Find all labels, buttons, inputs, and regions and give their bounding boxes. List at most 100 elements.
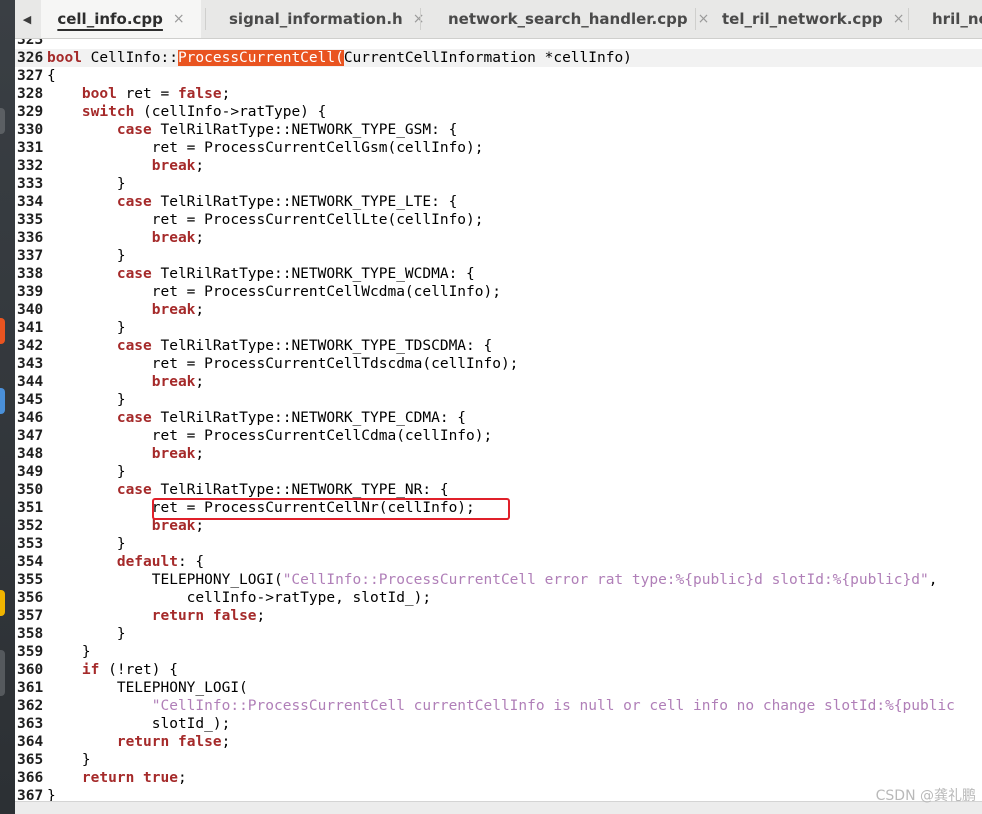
tab-cell-info-cpp[interactable]: cell_info.cpp × (41, 0, 201, 38)
watermark: CSDN @龚礼鹏 (875, 788, 976, 804)
dock-app-icon[interactable] (0, 590, 5, 616)
code-line[interactable]: 346 case TelRilRatType::NETWORK_TYPE_CDM… (15, 409, 982, 427)
keyword: if (81, 662, 100, 678)
code-line[interactable]: 340 break; (15, 301, 982, 319)
code-line[interactable]: 366 return true; (15, 769, 982, 787)
code-line[interactable]: 351 ret = ProcessCurrentCellNr(cellInfo)… (15, 499, 982, 517)
tab-signal-information-h[interactable]: signal_information.h × (229, 0, 424, 38)
tab-tel-ril-network-cpp[interactable]: tel_ril_network.cpp × (722, 0, 905, 38)
close-icon[interactable]: × (893, 11, 905, 27)
line-number: 333 (17, 176, 44, 192)
keyword: bool (81, 86, 117, 102)
line-number: 345 (17, 392, 44, 408)
line-number: 329 (17, 104, 44, 120)
code-line[interactable]: 362 "CellInfo::ProcessCurrentCell curren… (15, 697, 982, 715)
line-number: 327 (17, 68, 44, 84)
code-text: TELEPHONY_LOGI("CellInfo::ProcessCurrent… (47, 572, 938, 588)
code-line[interactable]: 354 default: { (15, 553, 982, 571)
keyword: case (116, 122, 152, 138)
code-line[interactable]: 345 } (15, 391, 982, 409)
line-number: 341 (17, 320, 44, 336)
line-number: 330 (17, 122, 44, 138)
code-line[interactable]: 332 break; (15, 157, 982, 175)
code-text: } (47, 644, 91, 660)
keyword: case (116, 410, 152, 426)
code-line[interactable]: 352 break; (15, 517, 982, 535)
dock-app-icon[interactable] (0, 318, 5, 344)
tab-network-search-handler-cpp[interactable]: network_search_handler.cpp × (448, 0, 709, 38)
line-number: 354 (17, 554, 44, 570)
code-line[interactable]: 348 break; (15, 445, 982, 463)
code-line[interactable]: 358 } (15, 625, 982, 643)
code-line[interactable]: 333 } (15, 175, 982, 193)
code-line[interactable]: 344 break; (15, 373, 982, 391)
code-line[interactable]: 347 ret = ProcessCurrentCellCdma(cellInf… (15, 427, 982, 445)
code-line[interactable]: 326 bool CellInfo::ProcessCurrentCell(Cur… (15, 49, 982, 67)
code-line[interactable]: 360 if (!ret) { (15, 661, 982, 679)
code-line[interactable]: 343 ret = ProcessCurrentCellTdscdma(cell… (15, 355, 982, 373)
code-line[interactable]: 367} (15, 787, 982, 801)
close-icon[interactable]: × (173, 11, 185, 27)
code-line[interactable]: 336 break; (15, 229, 982, 247)
code-text: case TelRilRatType::NETWORK_TYPE_TDSCDMA… (116, 338, 493, 354)
code-line[interactable]: 365 } (15, 751, 982, 769)
line-number: 340 (17, 302, 44, 318)
code-line[interactable]: 356 cellInfo->ratType, slotId_); (15, 589, 982, 607)
close-icon[interactable]: × (413, 11, 425, 27)
code-text: case TelRilRatType::NETWORK_TYPE_CDMA: { (116, 410, 467, 426)
dock-app-icon[interactable] (0, 108, 5, 134)
code-line[interactable]: 363 slotId_); (15, 715, 982, 733)
code-text: slotId_); (47, 716, 231, 732)
code-editor[interactable]: 323 326 bool CellInfo::ProcessCurrentCell(… (15, 39, 982, 801)
line-number: 350 (17, 482, 44, 498)
code-line[interactable]: 349 } (15, 463, 982, 481)
editor-window: ◀ cell_info.cpp × signal_information.h ×… (0, 0, 982, 814)
code-line[interactable]: 342 case TelRilRatType::NETWORK_TYPE_TDS… (15, 337, 982, 355)
scroll-tabs-left-icon[interactable]: ◀ (15, 0, 39, 38)
code-line[interactable]: 328 bool ret = false; (15, 85, 982, 103)
dock-app-icon[interactable] (0, 388, 5, 414)
code-line[interactable]: 353 } (15, 535, 982, 553)
line-number: 332 (17, 158, 44, 174)
code-line[interactable]: 335 ret = ProcessCurrentCellLte(cellInfo… (15, 211, 982, 229)
code-line[interactable]: 330 case TelRilRatType::NETWORK_TYPE_GSM… (15, 121, 982, 139)
tab-hril-network[interactable]: hril_ne (932, 0, 982, 38)
code-line[interactable]: 355 TELEPHONY_LOGI("CellInfo::ProcessCur… (15, 571, 982, 589)
keyword: false (212, 608, 257, 624)
code-text: "CellInfo::ProcessCurrentCell currentCel… (47, 698, 955, 714)
close-icon[interactable]: × (698, 11, 710, 27)
keyword: case (116, 482, 152, 498)
code-line[interactable]: 323 (15, 39, 982, 49)
string-literal: "CellInfo::ProcessCurrentCell error rat … (282, 572, 929, 588)
code-text: } (47, 626, 126, 642)
code-line[interactable]: 334 case TelRilRatType::NETWORK_TYPE_LTE… (15, 193, 982, 211)
code-line[interactable]: 337 } (15, 247, 982, 265)
code-line[interactable]: 359 } (15, 643, 982, 661)
keyword: default (116, 554, 178, 570)
code-line[interactable]: 364 return false; (15, 733, 982, 751)
tab-label: tel_ril_network.cpp (722, 10, 883, 28)
code-line[interactable]: 341 } (15, 319, 982, 337)
code-line[interactable]: 357 return false; (15, 607, 982, 625)
code-line[interactable]: 350 case TelRilRatType::NETWORK_TYPE_NR:… (15, 481, 982, 499)
code-text: return false; (151, 608, 266, 624)
line-number: 348 (17, 446, 44, 462)
code-line[interactable]: 329 switch (cellInfo->ratType) { (15, 103, 982, 121)
tab-label: signal_information.h (229, 10, 403, 28)
code-line[interactable]: 331 ret = ProcessCurrentCellGsm(cellInfo… (15, 139, 982, 157)
line-number: 337 (17, 248, 44, 264)
code-text: ret = ProcessCurrentCellTdscdma(cellInfo… (47, 356, 519, 372)
line-number: 323 (17, 39, 44, 48)
code-line[interactable]: 339 ret = ProcessCurrentCellWcdma(cellIn… (15, 283, 982, 301)
line-number: 351 (17, 500, 44, 516)
line-number: 362 (17, 698, 44, 714)
code-line[interactable]: 338 case TelRilRatType::NETWORK_TYPE_WCD… (15, 265, 982, 283)
string-literal: "CellInfo::ProcessCurrentCell currentCel… (151, 698, 955, 714)
dock-app-icon[interactable] (0, 650, 5, 696)
code-line[interactable]: 361 TELEPHONY_LOGI( (15, 679, 982, 697)
code-text: } (47, 392, 126, 408)
code-text: case TelRilRatType::NETWORK_TYPE_GSM: { (116, 122, 458, 138)
keyword: break (151, 230, 196, 246)
line-number: 366 (17, 770, 44, 786)
code-line[interactable]: 327{ (15, 67, 982, 85)
